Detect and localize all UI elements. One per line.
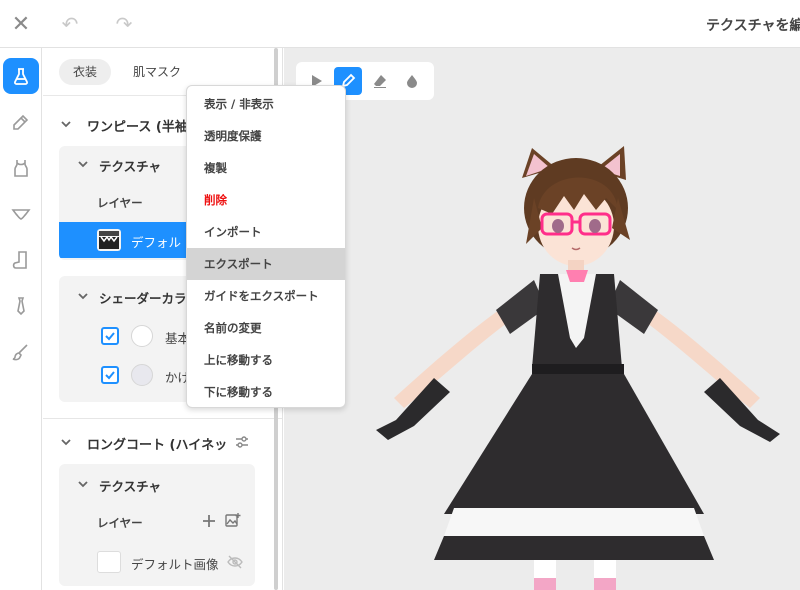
layer-row[interactable]: デフォルト画像 [59, 544, 255, 580]
menu-item-rename[interactable]: 名前の変更 [187, 312, 345, 344]
menu-item-delete[interactable]: 削除 [187, 184, 345, 216]
layer-label: レイヤー [97, 196, 143, 210]
brush-icon[interactable] [3, 334, 39, 370]
layer-thumbnail [97, 551, 121, 573]
tab-clothing[interactable]: 衣装 [59, 59, 112, 85]
undo-icon[interactable]: ↶ [56, 10, 84, 38]
add-image-icon[interactable] [225, 512, 241, 528]
category-rail [0, 48, 42, 590]
top-bar: ✕ ↶ ↷ テクスチャを編 [0, 0, 800, 48]
shader-title: シェーダーカラ [99, 291, 187, 306]
fill-drop-icon[interactable] [398, 67, 426, 95]
menu-item-lock-transparency[interactable]: 透明度保護 [187, 120, 345, 152]
color-swatch-base[interactable] [131, 325, 153, 347]
group-header-long-coat[interactable]: ロングコート (ハイネッ [43, 422, 282, 462]
sock-icon[interactable] [3, 242, 39, 278]
menu-item-move-up[interactable]: 上に移動する [187, 344, 345, 376]
chevron-down-icon[interactable] [77, 478, 89, 490]
sliders-icon[interactable] [235, 435, 249, 449]
flask-icon[interactable] [3, 58, 39, 94]
pencil-case-icon[interactable] [3, 104, 39, 140]
texture-card: テクスチャ レイヤー デフォルト画像 [59, 464, 255, 586]
tank-top-icon[interactable] [3, 150, 39, 186]
group-title: ワンピース (半袖 [87, 120, 188, 135]
chevron-down-icon[interactable] [77, 158, 89, 170]
layer-thumbnail [97, 229, 121, 251]
divider [43, 418, 282, 419]
layer-label: レイヤー [97, 516, 143, 530]
eye-off-icon[interactable] [227, 554, 243, 570]
layer-context-menu: 表示 / 非表示 透明度保護 複製 削除 インポート エクスポート ガイドをエク… [186, 85, 346, 408]
layer-name: デフォルト画像 [131, 557, 219, 572]
color-swatch-shade[interactable] [131, 364, 153, 386]
chevron-down-icon [61, 121, 71, 128]
menu-item-import[interactable]: インポート [187, 216, 345, 248]
page-title: テクスチャを編 [706, 18, 800, 34]
group-title: ロングコート (ハイネッ [87, 438, 228, 453]
redo-icon[interactable]: ↷ [110, 10, 138, 38]
menu-item-move-down[interactable]: 下に移動する [187, 376, 345, 408]
menu-item-toggle-visibility[interactable]: 表示 / 非表示 [187, 88, 345, 120]
close-icon[interactable]: ✕ [0, 0, 42, 48]
menu-item-duplicate[interactable]: 複製 [187, 152, 345, 184]
tab-skin-mask[interactable]: 肌マスク [119, 59, 195, 85]
chevron-down-icon [61, 439, 71, 446]
texture-title: テクスチャ [99, 479, 162, 494]
underwear-icon[interactable] [3, 196, 39, 232]
menu-item-export[interactable]: エクスポート [187, 248, 345, 280]
chevron-down-icon[interactable] [77, 290, 89, 302]
texture-title: テクスチャ [99, 159, 162, 174]
3d-viewport[interactable] [284, 48, 800, 590]
menu-item-export-guide[interactable]: ガイドをエクスポート [187, 280, 345, 312]
avatar-model[interactable] [284, 48, 800, 590]
layer-name: デフォル [131, 235, 182, 250]
eraser-icon[interactable] [366, 67, 394, 95]
tie-icon[interactable] [3, 288, 39, 324]
checkbox-shade[interactable] [101, 366, 119, 384]
checkbox-base[interactable] [101, 327, 119, 345]
add-icon[interactable] [201, 513, 217, 529]
